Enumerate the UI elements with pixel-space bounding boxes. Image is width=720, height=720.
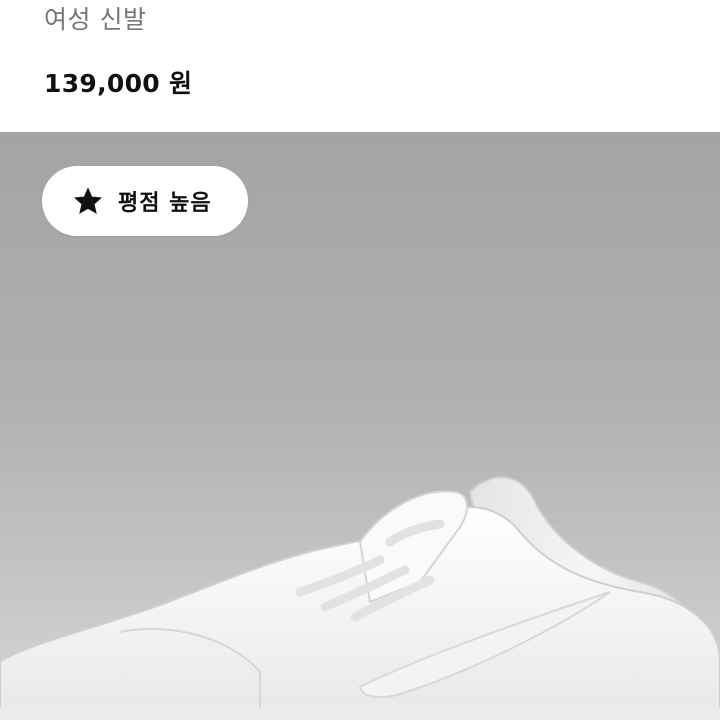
- product-price: 139,000 원: [44, 69, 193, 98]
- rating-badge: 평점 높음: [42, 166, 248, 236]
- product-image-area[interactable]: 평점 높음: [0, 132, 720, 720]
- sneaker-image: [0, 476, 720, 720]
- star-icon: [74, 187, 102, 214]
- rating-badge-label: 평점 높음: [118, 191, 212, 216]
- product-header: 여성 신발 139,000 원: [0, 0, 720, 132]
- product-category: 여성 신발: [44, 5, 147, 34]
